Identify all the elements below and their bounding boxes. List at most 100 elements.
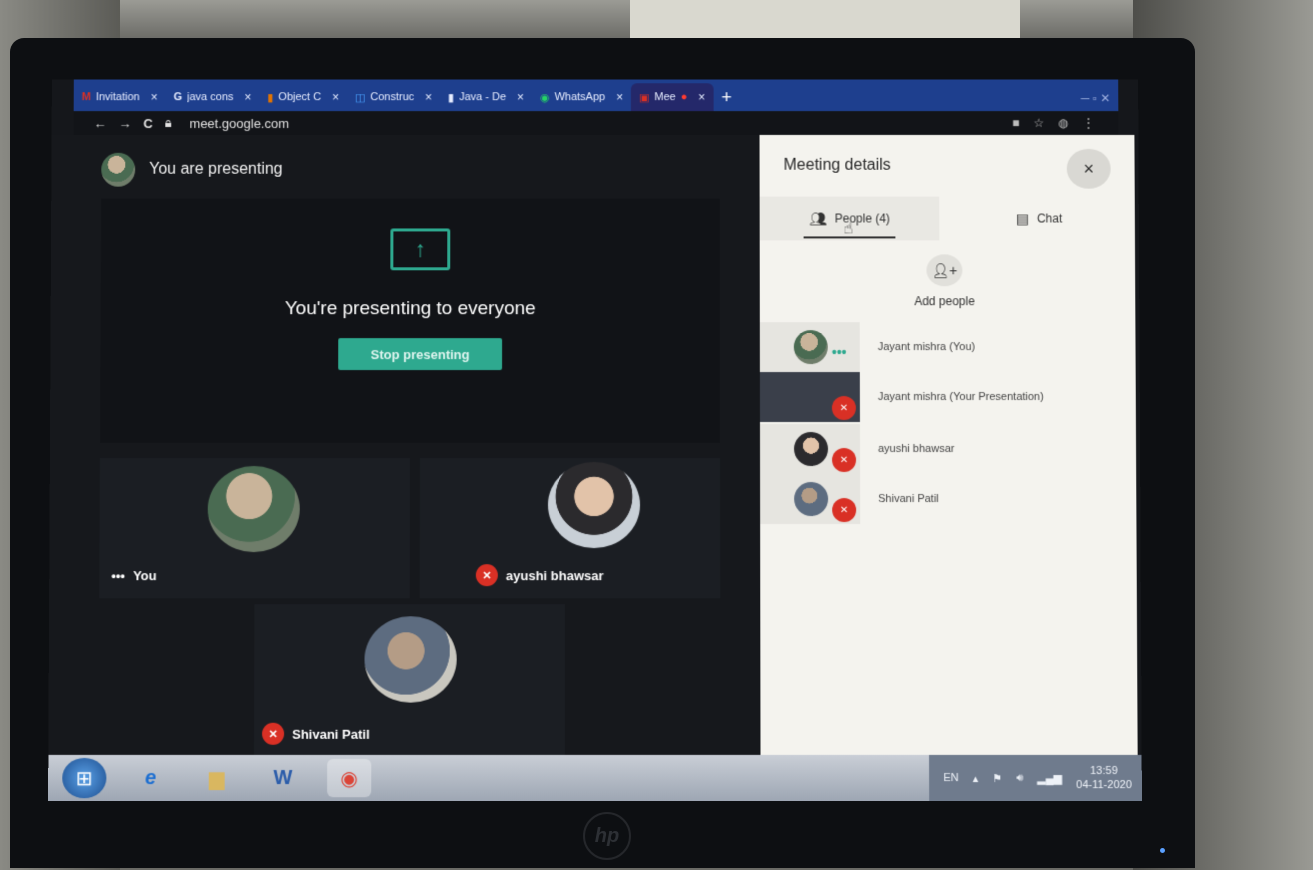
- presentation-card: ↑ You're presenting to everyone Stop pre…: [99, 198, 721, 443]
- tab-title: Construc: [370, 91, 415, 104]
- action-center-icon[interactable]: ⚑: [992, 772, 1002, 785]
- participant-row[interactable]: ✕ Shivani Patil: [760, 474, 1130, 525]
- recording-dot-icon: ●: [680, 91, 688, 104]
- people-icon: 👥︎: [808, 210, 827, 226]
- avatar: [793, 432, 829, 467]
- participant-row[interactable]: ✕ ayushi bhawsar: [759, 424, 1130, 475]
- tab-object[interactable]: ▮ Object C ×: [259, 83, 347, 111]
- address-bar: ← → C 🔒︎ meet.google.com ■ ☆ ◍ ⋮: [73, 111, 1119, 135]
- close-icon[interactable]: ×: [425, 90, 432, 104]
- close-panel-button[interactable]: ×: [1066, 148, 1111, 189]
- taskbar: ⊞ e ▆ W ◉ EN ▴ ⚑ 🔊︎ ▂▄▆ 13:59 04-11-2020: [48, 754, 1142, 802]
- avatar: [547, 462, 641, 549]
- chrome-icon[interactable]: ◉: [327, 758, 372, 798]
- mic-off-icon: ✕: [832, 498, 857, 523]
- add-people-button[interactable]: 👤︎+ Add people: [760, 254, 1130, 308]
- participant-thumbnail: ✕: [760, 474, 861, 525]
- back-button[interactable]: ←: [94, 116, 107, 131]
- presenting-label: You are presenting: [149, 160, 283, 178]
- start-button[interactable]: ⊞: [62, 757, 107, 799]
- tab-meet[interactable]: ▣ Mee ● ×: [631, 83, 714, 112]
- page-icon: ◫: [354, 91, 366, 104]
- tab-title: Mee: [654, 91, 676, 104]
- presenting-header: You are presenting: [101, 152, 283, 187]
- tile-name: ✕ Shivani Patil: [262, 722, 370, 745]
- participant-row[interactable]: ••• Jayant mishra (You): [759, 322, 1130, 373]
- language-indicator[interactable]: EN: [943, 772, 958, 784]
- avatar: [364, 616, 457, 703]
- close-icon[interactable]: ×: [244, 90, 251, 104]
- participant-tile-you[interactable]: ••• You: [99, 458, 410, 599]
- new-tab-button[interactable]: +: [721, 83, 732, 111]
- tile-name: ••• You: [111, 568, 157, 584]
- mic-off-icon: ✕: [475, 564, 498, 587]
- meet-icon: ▣: [638, 91, 650, 104]
- close-icon[interactable]: ×: [332, 90, 339, 104]
- tab-chat[interactable]: ▤ Chat: [949, 197, 1129, 241]
- mic-off-icon: ✕: [262, 722, 285, 745]
- paper-note: [630, 0, 1020, 40]
- avatar: [207, 466, 300, 553]
- tab-java-cons[interactable]: G java cons ×: [166, 83, 260, 111]
- clock-time: 13:59: [1090, 764, 1118, 778]
- tab-invitation[interactable]: M Invitation ×: [74, 83, 166, 111]
- internet-explorer-icon[interactable]: e: [128, 759, 172, 797]
- participant-name: Jayant mishra (Your Presentation): [877, 391, 1044, 404]
- presenting-message: You're presenting to everyone: [284, 298, 536, 320]
- tab-people[interactable]: 👥︎ People (4) ☝︎: [759, 196, 940, 241]
- system-tray: EN ▴ ⚑ 🔊︎ ▂▄▆ 13:59 04-11-2020: [929, 754, 1142, 802]
- tab-java-de[interactable]: ▮ Java - De ×: [440, 83, 532, 111]
- meeting-details-panel: Meeting details × 👥︎ People (4) ☝︎ ▤ Cha…: [759, 134, 1138, 755]
- bookmark-icon: ▮: [448, 91, 455, 104]
- power-led: [1160, 848, 1165, 853]
- close-icon[interactable]: ×: [517, 90, 524, 104]
- close-icon[interactable]: ×: [698, 90, 705, 104]
- participant-row[interactable]: ✕ Jayant mishra (Your Presentation): [759, 372, 1130, 423]
- network-signal-icon[interactable]: ▂▄▆: [1037, 772, 1062, 785]
- volume-icon[interactable]: 🔊︎: [1016, 772, 1023, 785]
- file-explorer-icon[interactable]: ▆: [195, 759, 239, 797]
- participant-thumbnail: ✕: [759, 424, 861, 475]
- camera-icon[interactable]: ■: [1012, 116, 1019, 130]
- reload-button[interactable]: C: [143, 116, 152, 131]
- present-screen-icon: ↑: [390, 228, 451, 271]
- tab-title: Java - De: [459, 91, 507, 104]
- lock-icon: 🔒︎: [164, 115, 172, 130]
- word-icon[interactable]: W: [261, 759, 305, 797]
- page-icon: ▮: [267, 91, 274, 104]
- more-options-icon[interactable]: •••: [111, 568, 125, 583]
- close-icon[interactable]: ×: [616, 90, 623, 104]
- add-person-icon: 👤︎+: [926, 254, 963, 287]
- tab-title: Object C: [278, 91, 322, 104]
- tab-construc[interactable]: ◫ Construc ×: [347, 83, 440, 111]
- participant-name: Jayant mishra (You): [877, 341, 976, 354]
- participant-thumbnail: •••: [759, 322, 860, 373]
- window-controls[interactable]: ─ ▫ ✕: [1073, 91, 1118, 111]
- avatar: [793, 330, 828, 365]
- tile-name: ✕ ayushi bhawsar: [475, 564, 604, 587]
- tab-title: Invitation: [95, 91, 140, 104]
- participant-tile-shivani[interactable]: ✕ Shivani Patil: [253, 604, 565, 755]
- close-icon[interactable]: ×: [151, 90, 158, 104]
- clock[interactable]: 13:59 04-11-2020: [1076, 764, 1132, 792]
- tab-title: java cons: [187, 91, 234, 104]
- speaking-indicator-icon: •••: [831, 344, 847, 361]
- panel-title: Meeting details: [783, 156, 891, 174]
- tab-whatsapp[interactable]: ◉ WhatsApp ×: [532, 83, 631, 111]
- participant-name: ayushi bhawsar: [878, 442, 955, 456]
- gmail-icon: M: [81, 91, 91, 104]
- participant-tile-ayushi[interactable]: ✕ ayushi bhawsar: [419, 458, 721, 599]
- show-hidden-icons-icon[interactable]: ▴: [973, 772, 979, 785]
- profile-avatar-icon[interactable]: ◍: [1058, 116, 1069, 130]
- chat-icon: ▤: [1015, 210, 1030, 226]
- tab-title: WhatsApp: [554, 91, 606, 104]
- participant-thumbnail: ✕: [759, 372, 860, 423]
- menu-icon[interactable]: ⋮: [1082, 116, 1094, 130]
- url-field[interactable]: meet.google.com: [190, 116, 289, 131]
- whatsapp-icon: ◉: [539, 91, 550, 104]
- browser-actions: ■ ☆ ◍ ⋮: [1012, 116, 1118, 130]
- stop-presenting-button[interactable]: Stop presenting: [338, 338, 503, 371]
- star-icon[interactable]: ☆: [1033, 116, 1044, 130]
- mic-off-icon: ✕: [832, 447, 857, 473]
- forward-button[interactable]: →: [118, 116, 131, 131]
